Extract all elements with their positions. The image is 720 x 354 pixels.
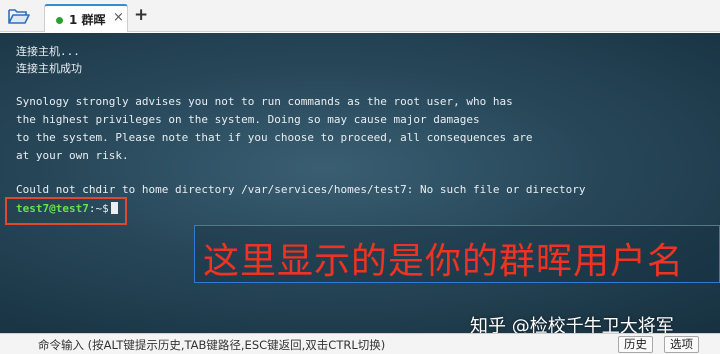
terminal-line: the highest privileges on the system. Do… xyxy=(16,113,480,126)
add-tab-icon[interactable]: + xyxy=(134,5,148,25)
options-button[interactable]: 选项 xyxy=(664,336,699,353)
connected-status-icon xyxy=(56,17,63,24)
folder-open-icon[interactable] xyxy=(6,4,32,28)
terminal-line: at your own risk. xyxy=(16,149,129,162)
tab-bar: 1 群晖 × + xyxy=(0,0,720,32)
annotation-box: 这里显示的是你的群晖用户名 xyxy=(194,225,720,283)
terminal-line: 连接主机成功 xyxy=(16,62,82,75)
close-icon[interactable]: × xyxy=(113,10,124,25)
terminal-line: 连接主机... xyxy=(16,45,80,58)
terminal-line: Synology strongly advises you not to run… xyxy=(16,95,513,108)
prompt-highlight-box xyxy=(5,197,127,225)
command-input-bar[interactable]: 命令输入 (按ALT键提示历史,TAB键路径,ESC键返回,双击CTRL切换) … xyxy=(0,333,720,354)
tab-session[interactable]: 1 群晖 × xyxy=(44,4,128,32)
history-button[interactable]: 历史 xyxy=(618,336,653,353)
terminal-line: Could not chdir to home directory /var/s… xyxy=(16,183,586,196)
terminal-line: to the system. Please note that if you c… xyxy=(16,131,533,144)
command-input-hint[interactable]: 命令输入 (按ALT键提示历史,TAB键路径,ESC键返回,双击CTRL切换) xyxy=(38,337,385,353)
terminal-output[interactable]: 连接主机... 连接主机成功 Synology strongly advises… xyxy=(0,33,720,333)
tab-label: 1 群晖 xyxy=(69,13,106,27)
annotation-text: 这里显示的是你的群晖用户名 xyxy=(203,241,685,282)
